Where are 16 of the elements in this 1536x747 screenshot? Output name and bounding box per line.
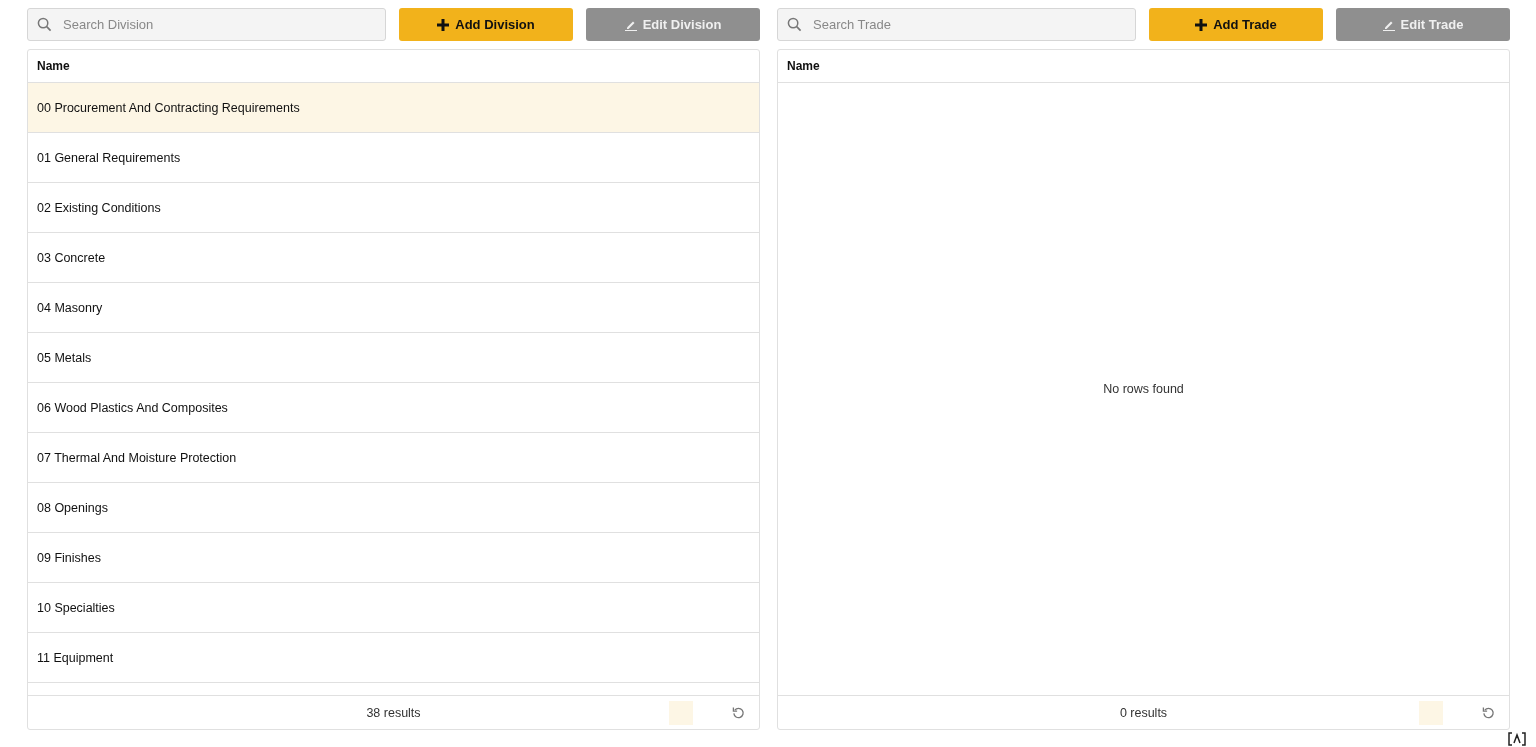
results-count: 38 results [366, 705, 421, 720]
pale-square [1419, 701, 1443, 725]
refresh-icon[interactable] [732, 706, 745, 719]
results-count: 0 results [1119, 705, 1168, 720]
add-button[interactable]: Add Trade [1149, 8, 1323, 41]
search-field[interactable]: Search Trade [777, 8, 1136, 41]
column-header: Name [778, 50, 1509, 83]
search-field[interactable]: Search Division [27, 8, 386, 41]
brackets-icon[interactable] [1506, 731, 1528, 747]
plus-icon [437, 18, 450, 31]
add-button[interactable]: Add Division [399, 8, 573, 41]
refresh-icon[interactable] [1482, 706, 1495, 719]
empty-message: No rows found [1103, 382, 1184, 396]
table-row[interactable]: 00 Procurement And Contracting Requirements [28, 83, 759, 133]
pale-square [669, 701, 693, 725]
plus-icon [1195, 18, 1208, 31]
